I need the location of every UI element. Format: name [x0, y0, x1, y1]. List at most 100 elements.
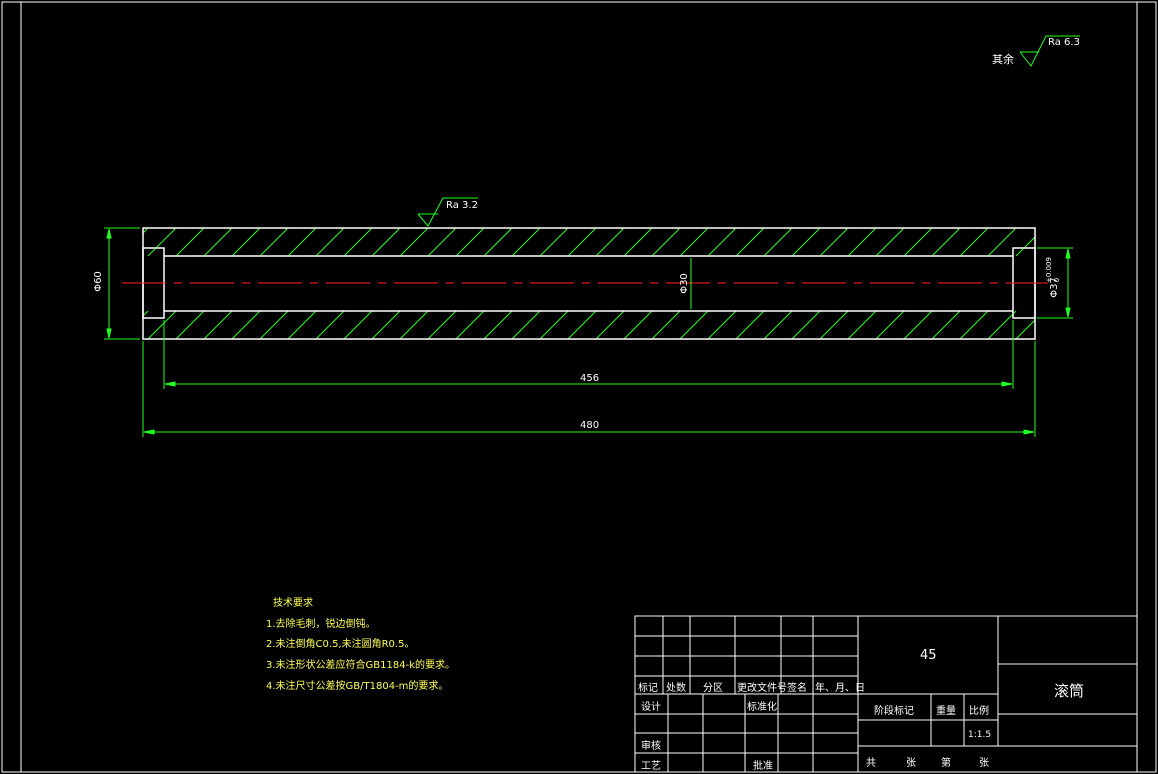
material-value: 45: [920, 648, 937, 663]
hatch-line: [623, 311, 653, 339]
hatch-line: [595, 228, 625, 256]
roughness-other-value: Ra 6.3: [1048, 37, 1080, 48]
hatch-line: [399, 228, 429, 256]
hatch-line: [147, 311, 177, 339]
hatch-line: [791, 228, 821, 256]
hatch-line: [259, 311, 289, 339]
dim-total-length: 480: [580, 420, 600, 431]
hatch-line: [959, 311, 989, 339]
hatch-line: [483, 311, 513, 339]
hatch-line: [203, 311, 233, 339]
sheets-unit-2: 张: [979, 758, 989, 769]
dimension-lines: [104, 227, 1073, 437]
hatch-line: [427, 228, 457, 256]
hatch-line: [959, 228, 989, 256]
hatch-line: [819, 311, 849, 339]
hatch-line: [903, 228, 933, 256]
hatch-line: [343, 228, 373, 256]
dim-outer-diameter: Φ60: [92, 271, 104, 292]
part-name: 滚筒: [1054, 682, 1085, 700]
rev-header-sign: 签名: [787, 683, 807, 694]
review-label: 审核: [641, 741, 661, 752]
hatch-line: [763, 311, 793, 339]
hatch-line: [287, 311, 317, 339]
hatch-line: [567, 228, 597, 256]
design-label: 设计: [641, 702, 661, 713]
scale-label: 比例: [969, 706, 989, 717]
hatch-line: [1015, 236, 1035, 256]
tech-req-item-3: 3.未注形状公差应符合GB1184-k的要求。: [266, 660, 455, 671]
hatch-line: [483, 228, 513, 256]
hatch-line: [931, 228, 961, 256]
hatch-line: [539, 228, 569, 256]
rev-header-count: 处数: [666, 683, 686, 694]
sheet-no-label: 第: [941, 758, 951, 769]
process-label: 工艺: [641, 761, 661, 772]
hatch-line: [231, 228, 261, 256]
hatch-line: [847, 311, 877, 339]
hatch-line: [511, 228, 541, 256]
hatch-line: [875, 311, 905, 339]
tech-req-item-1: 1.去除毛刺，锐边倒钝。: [266, 619, 376, 630]
hatch-line: [147, 228, 177, 256]
hatch-line: [143, 228, 149, 234]
drawing-canvas: [1, 1, 1157, 773]
rev-header-doc: 更改文件号: [737, 683, 787, 694]
rev-header-date: 年、月、日: [815, 683, 865, 694]
hatch-line: [371, 311, 401, 339]
hatch-line: [735, 311, 765, 339]
hatch-line: [987, 228, 1017, 256]
hatch-line: [203, 228, 233, 256]
dim-tolerance-upper: +0.009: [1044, 257, 1053, 283]
hatch-line: [371, 228, 401, 256]
hatch-line: [679, 311, 709, 339]
hatch-line: [987, 311, 1017, 339]
hatch-line: [399, 311, 429, 339]
hatch-line: [707, 228, 737, 256]
hatch-line: [819, 228, 849, 256]
dim-inner-length: 456: [580, 373, 600, 384]
hatch-line: [623, 228, 653, 256]
outer-border: [1, 1, 1157, 773]
hatch-line: [511, 311, 541, 339]
hatch-line: [343, 311, 373, 339]
roughness-other-label: 其余: [992, 53, 1014, 66]
hatch-line: [259, 228, 289, 256]
hatch-top: [143, 228, 1035, 256]
hatch-line: [315, 228, 345, 256]
tech-req-item-4: 4.未注尺寸公差按GB/T1804-m的要求。: [266, 681, 449, 692]
inner-frame: [20, 1, 1138, 773]
hatch-line: [175, 311, 205, 339]
hatch-line: [931, 311, 961, 339]
hatch-line: [875, 228, 905, 256]
hatch-line: [175, 228, 205, 256]
hatch-line: [427, 311, 457, 339]
tech-req-title: 技术要求: [273, 598, 313, 609]
hatch-line: [143, 311, 149, 317]
hatch-line: [1015, 319, 1035, 339]
hatch-line: [455, 228, 485, 256]
total-sheets-label: 共: [866, 758, 876, 769]
hatch-line: [287, 228, 317, 256]
hatch-line: [595, 311, 625, 339]
approve-label: 批准: [753, 761, 773, 772]
tech-req-item-2: 2.未注倒角C0.5,未注圆角R0.5。: [266, 639, 415, 650]
hatch-line: [231, 311, 261, 339]
dim-tolerance-lower: 0: [1053, 277, 1062, 283]
hatch-line: [735, 228, 765, 256]
hatch-bottom: [143, 311, 1035, 339]
hatch-line: [763, 228, 793, 256]
hatch-line: [847, 228, 877, 256]
hatch-line: [679, 228, 709, 256]
dim-inner-diameter: Φ30: [678, 273, 690, 294]
rev-header-zone: 分区: [703, 683, 723, 694]
hatch-line: [567, 311, 597, 339]
hatch-line: [455, 311, 485, 339]
hatch-line: [791, 311, 821, 339]
standardize-label: 标准化: [747, 702, 777, 713]
hatch-line: [651, 311, 681, 339]
stage-mark-label: 阶段标记: [874, 706, 914, 717]
hatch-line: [903, 311, 933, 339]
sheets-unit-1: 张: [906, 758, 916, 769]
roughness-bore-value: Ra 3.2: [446, 200, 478, 211]
